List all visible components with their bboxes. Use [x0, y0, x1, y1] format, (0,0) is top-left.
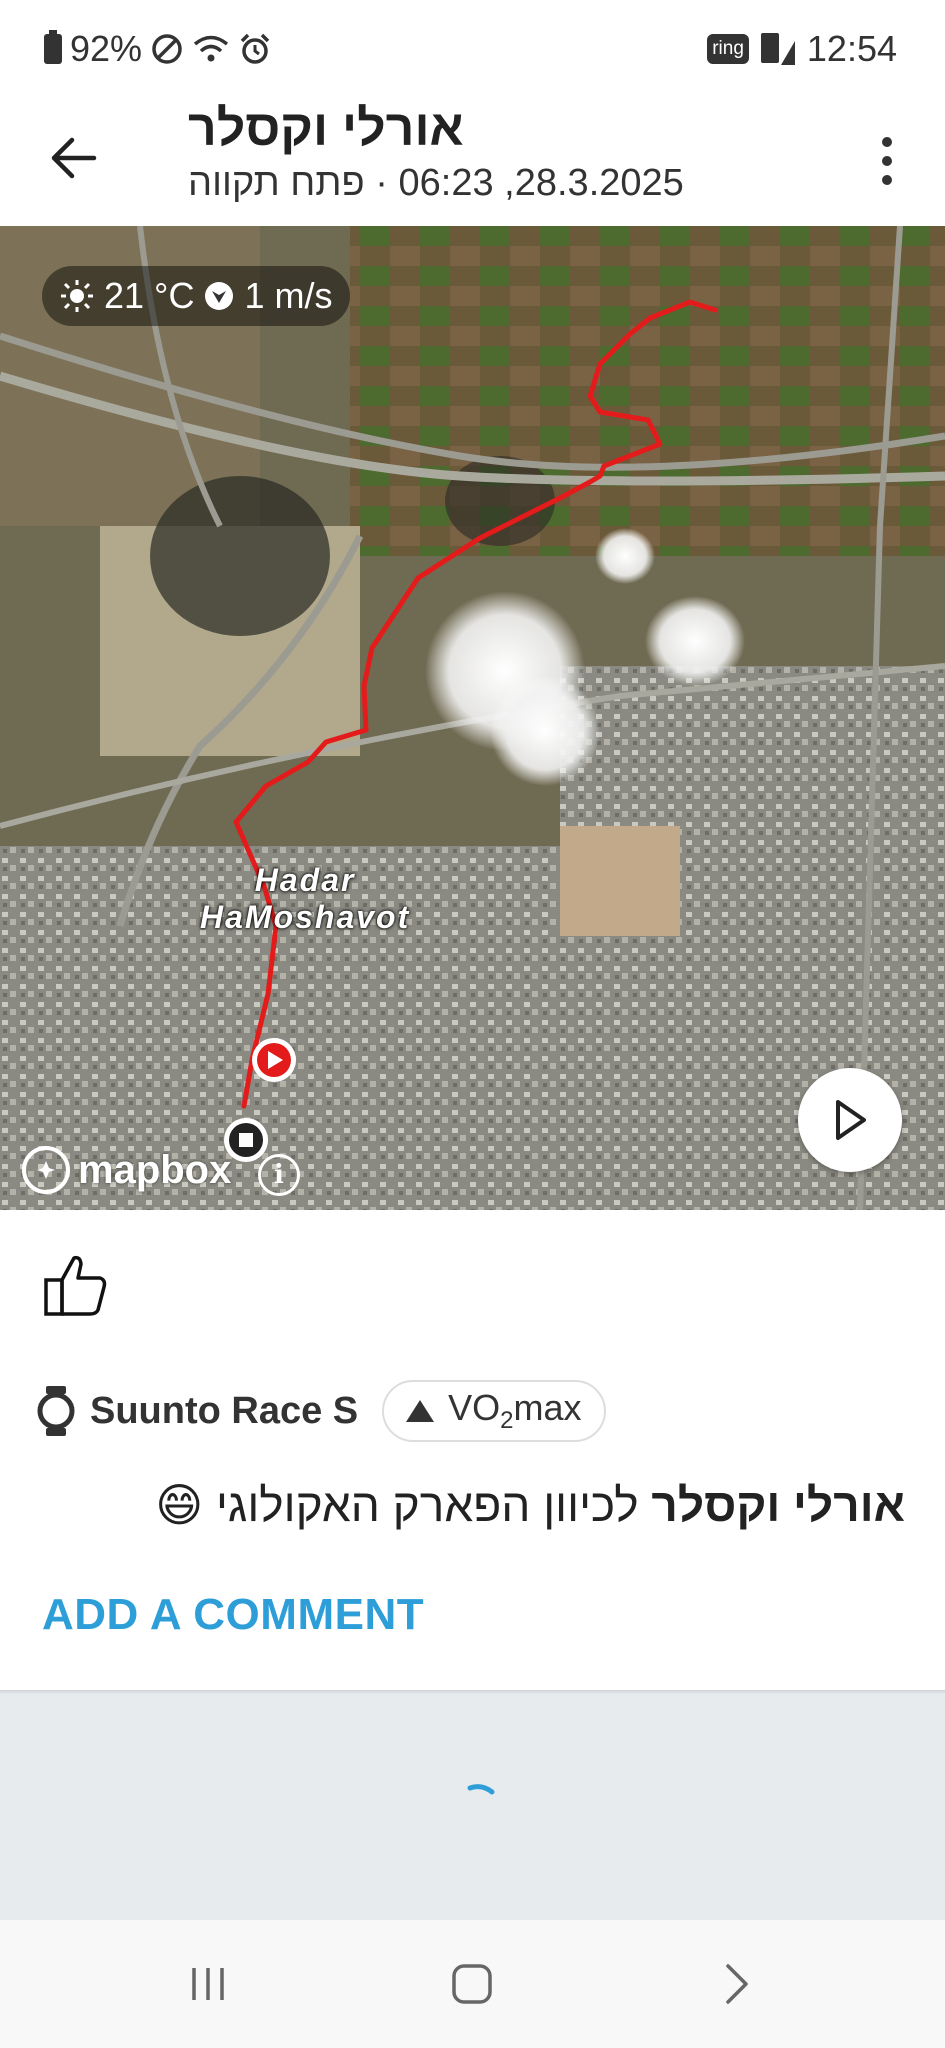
weather-badge: 21 °C 1 m/s: [42, 266, 351, 326]
wind-icon: [205, 282, 234, 310]
battery-level: 92%: [70, 28, 143, 69]
home-button[interactable]: [442, 1954, 502, 2014]
app-header: אורלי וקסלר 28.3.2025, 06:23 · פתח תקווה: [0, 98, 945, 226]
ring-app-icon: ring: [707, 34, 749, 64]
activity-date-location: 28.3.2025, 06:23 · פתח תקווה: [188, 162, 684, 204]
clock: 12:54: [806, 28, 897, 69]
recent-apps-button[interactable]: [178, 1954, 238, 2014]
more-options-button[interactable]: [867, 126, 907, 196]
vo2max-label: VO2max: [448, 1386, 582, 1435]
caption-author[interactable]: אורלי וקסלר: [651, 1479, 905, 1531]
info-icon: i: [274, 1160, 284, 1190]
caption-text: לכיוון הפארק האקולוגי 😄: [155, 1479, 652, 1531]
play-icon: [836, 1100, 866, 1140]
do-not-disturb-icon: [152, 34, 182, 64]
header-title-block: אורלי וקסלר 28.3.2025, 06:23 · פתח תקווה: [188, 98, 808, 205]
back-button[interactable]: [42, 126, 106, 190]
system-nav-bar: [0, 1920, 945, 2048]
vo2max-badge[interactable]: VO2max: [382, 1380, 606, 1442]
map-info-button[interactable]: i: [258, 1154, 300, 1196]
page-title: אורלי וקסלר: [188, 100, 464, 156]
forward-button[interactable]: [706, 1954, 766, 2014]
recent-apps-icon: [192, 1968, 224, 2000]
like-button[interactable]: [40, 1250, 110, 1320]
loading-area: [0, 1694, 945, 1920]
satellite-map-image: [0, 226, 945, 1210]
watch-icon: [37, 1386, 75, 1436]
activity-caption: אורלי וקסלר לכיוון הפארק האקולוגי 😄: [45, 1478, 905, 1532]
thumbs-up-icon: [44, 1255, 107, 1316]
signal-icon: [760, 33, 795, 65]
status-left: 92%: [44, 28, 272, 70]
mapbox-logo-icon: [22, 1146, 70, 1194]
replay-route-button[interactable]: [798, 1068, 902, 1172]
route-start-marker: [252, 1038, 296, 1082]
more-vertical-icon: [882, 137, 892, 147]
triangle-up-icon: [406, 1400, 435, 1422]
back-arrow-icon: [51, 137, 97, 179]
alarm-icon: [240, 33, 270, 64]
forward-icon: [726, 1964, 748, 2004]
battery-icon: [44, 30, 62, 64]
status-right: ring 12:54: [707, 28, 897, 70]
temperature: 21 °C: [104, 275, 195, 316]
device-name: Suunto Race S: [90, 1389, 359, 1432]
status-bar: 92% ring 12:54: [0, 0, 945, 98]
sun-icon: [61, 280, 93, 312]
add-comment-button[interactable]: ADD A COMMENT: [42, 1590, 424, 1640]
map-place-label: Hadar HaMoshavot: [200, 862, 411, 935]
mapbox-text: mapbox: [78, 1147, 232, 1192]
device-row: Suunto Race S VO2max: [36, 1380, 606, 1442]
wifi-icon: [193, 35, 229, 62]
home-icon: [452, 1964, 492, 2004]
wind-speed: 1 m/s: [244, 275, 333, 316]
mapbox-attribution[interactable]: mapbox: [22, 1146, 231, 1194]
route-map[interactable]: 21 °C 1 m/s Hadar HaMoshavot mapbox i: [0, 226, 945, 1210]
loading-spinner-icon: [467, 1784, 495, 1795]
